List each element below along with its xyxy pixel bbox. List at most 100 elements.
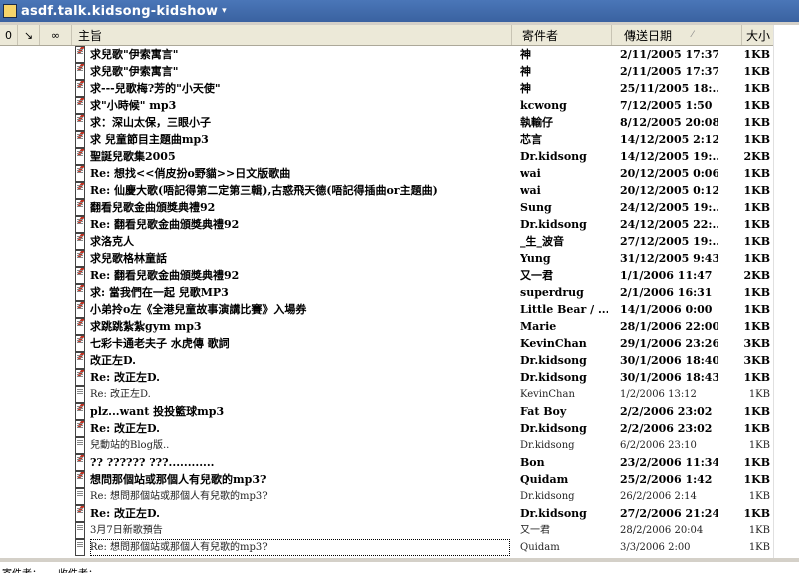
message-list[interactable]: 求兒歌"伊索寓言" 神 2/11/2005 17:37 1KB 求兒歌"伊索寓言" 神 2/… [0, 46, 773, 558]
message-date: 31/12/2005 9:43 [620, 252, 718, 265]
message-subject: 聖誕兒歌集2005 [90, 150, 176, 163]
message-row[interactable]: 求"小時候" mp3 kcwong 7/12/2005 1:50 1KB [0, 97, 773, 114]
message-sender: Dr.kidsong [520, 150, 587, 163]
message-row[interactable]: 求洛克人 _生_波音 27/12/2005 19:... 1KB [0, 233, 773, 250]
unread-message-icon [75, 199, 85, 216]
unread-message-icon [75, 46, 85, 63]
message-size: 1KB [743, 422, 770, 435]
message-sender: 又一君 [520, 269, 553, 282]
message-size: 3KB [743, 337, 770, 350]
unread-message-icon [75, 63, 85, 80]
message-date: 23/2/2006 11:34 [620, 456, 718, 469]
message-date: 14/1/2006 0:00 [620, 303, 713, 316]
message-size: 1KB [743, 473, 770, 486]
message-date: 30/1/2006 18:40 [620, 354, 718, 367]
message-row[interactable]: 翻看兒歌金曲頒獎典禮92 Sung 24/12/2005 19:... 1KB [0, 199, 773, 216]
message-date: 28/2/2006 20:04 [620, 525, 704, 536]
message-sender: _生_波音 [520, 235, 564, 248]
message-date: 24/12/2005 19:... [620, 201, 718, 214]
message-row[interactable]: plz...want 投投籃球mp3 Fat Boy 2/2/2006 23:02 1… [0, 403, 773, 420]
message-sender: 執輸仔 [520, 116, 553, 129]
message-row[interactable]: 求兒歌格林童話 Yung 31/12/2005 9:43 1KB [0, 250, 773, 267]
message-size: 2KB [743, 269, 770, 282]
message-subject: 想問那個站或那個人有兒歌的mp3? [90, 473, 267, 486]
message-row[interactable]: 求---兒歌梅?芳的"小天使" 神 25/11/2005 18:... 1KB [0, 80, 773, 97]
message-subject: 兒動站的Blog版.. [90, 440, 170, 451]
message-row[interactable]: 求：深山太保，三眼小子 執輸仔 8/12/2005 20:08 1KB [0, 114, 773, 131]
unread-message-icon [75, 267, 85, 284]
window-title: asdf.talk.kidsong-kidshow [21, 3, 219, 19]
message-date: 26/2/2006 2:14 [620, 491, 697, 502]
message-row[interactable]: Re: 改正左D. KevinChan 1/2/2006 13:12 1KB [0, 386, 773, 403]
window-titlebar: asdf.talk.kidsong-kidshow ▾ [0, 0, 799, 22]
message-date: 30/1/2006 18:43 [620, 371, 718, 384]
message-row[interactable]: Re: 改正左D. Dr.kidsong 30/1/2006 18:43 1KB [0, 369, 773, 386]
title-dropdown-icon[interactable]: ▾ [222, 6, 227, 16]
message-row[interactable]: Re: 翻看兒歌金曲頒獎典禮92 Dr.kidsong 24/12/2005 22:… [0, 216, 773, 233]
message-row[interactable]: 小弟拎o左《全港兒童故事演講比賽》入場券 Little Bear / ... 14/… [0, 301, 773, 318]
message-sender: 芯言 [520, 133, 542, 146]
message-date: 2/11/2005 17:37 [620, 65, 718, 78]
message-row[interactable]: 七彩卡通老夫子 水虎傳 歌詞 KevinChan 29/1/2006 23:26 3K… [0, 335, 773, 352]
message-row[interactable]: Re: 改正左D. Dr.kidsong 2/2/2006 23:02 1KB [0, 420, 773, 437]
read-message-icon [75, 488, 85, 505]
subject-column-header[interactable]: 主旨 [72, 25, 512, 45]
message-row[interactable]: 聖誕兒歌集2005 Dr.kidsong 14/12/2005 19:... 2KB [0, 148, 773, 165]
from-column-header[interactable]: 寄件者 [512, 25, 612, 45]
message-subject: 求兒歌"伊索寓言" [90, 48, 179, 61]
message-row[interactable]: 想問那個站或那個人有兒歌的mp3? Quidam 25/2/2006 1:42 1KB [0, 471, 773, 488]
unread-message-icon [75, 80, 85, 97]
unread-message-icon [75, 216, 85, 233]
date-column-header[interactable]: 傳送日期 ⁄ [612, 25, 742, 45]
unread-message-icon [75, 454, 85, 471]
message-row[interactable]: 求 兒童節目主題曲mp3 芯言 14/12/2005 2:12 1KB [0, 131, 773, 148]
watch-column-icon[interactable]: ∞ [40, 25, 72, 45]
message-size: 1KB [748, 440, 770, 451]
message-sender: Dr.kidsong [520, 354, 587, 367]
message-row[interactable]: Re: 想找<<俏皮扮o野貓>>日文版歌曲 wai 20/12/2005 0:06 1… [0, 165, 773, 182]
unread-message-icon [75, 369, 85, 386]
flag-column-icon[interactable]: ↘ [18, 25, 40, 45]
message-row[interactable]: 兒動站的Blog版.. Dr.kidsong 6/2/2006 23:10 1KB [0, 437, 773, 454]
message-row[interactable]: Re: 想問那個站或那個人有兒歌的mp3? Dr.kidsong 26/2/2006… [0, 488, 773, 505]
size-column-header[interactable]: 大小 [742, 25, 773, 45]
message-size: 1KB [743, 99, 770, 112]
message-size: 1KB [743, 507, 770, 520]
message-size: 1KB [743, 235, 770, 248]
message-sender: wai [520, 167, 541, 180]
message-row[interactable]: 改正左D. Dr.kidsong 30/1/2006 18:40 3KB [0, 352, 773, 369]
message-row[interactable]: 求兒歌"伊索寓言" 神 2/11/2005 17:37 1KB [0, 46, 773, 63]
attachment-column-icon[interactable]: 0 [0, 25, 18, 45]
message-row[interactable]: 求兒歌"伊索寓言" 神 2/11/2005 17:37 1KB [0, 63, 773, 80]
message-row[interactable]: ?? ?????? ???............ Bon 23/2/2006 11… [0, 454, 773, 471]
message-row[interactable]: Re: 仙慶大歌(唔記得第二定第三輯),古惑飛天德(唔記得插曲or主題曲) wai… [0, 182, 773, 199]
message-row[interactable]: Re: 想問那個站或那個人有兒歌的mp3? Quidam 3/3/2006 2:00… [0, 539, 773, 556]
subject-header-label: 主旨 [78, 28, 103, 43]
message-subject: 求跳跳紮紮gym mp3 [90, 320, 202, 333]
message-subject: Re: 改正左D. [90, 422, 161, 435]
message-size: 1KB [748, 525, 770, 536]
message-size: 1KB [743, 201, 770, 214]
message-size: 1KB [748, 542, 770, 553]
message-sender: 神 [520, 65, 531, 78]
message-row[interactable]: Re: 改正左D. Dr.kidsong 27/2/2006 21:24 1KB [0, 505, 773, 522]
message-subject: Re: 改正左D. [90, 371, 161, 384]
vertical-scrollbar[interactable] [773, 25, 799, 558]
message-date: 8/12/2005 20:08 [620, 116, 718, 129]
message-row[interactable]: 3月7日新歌預告 又一君 28/2/2006 20:04 1KB [0, 522, 773, 539]
message-date: 29/1/2006 23:26 [620, 337, 718, 350]
message-size: 1KB [748, 389, 770, 400]
message-date: 14/12/2005 19:... [620, 150, 718, 163]
unread-message-icon [75, 301, 85, 318]
message-row[interactable]: 求: 當我們在一起 兒歌MP3 superdrug 2/1/2006 16:31 1K… [0, 284, 773, 301]
message-size: 1KB [743, 303, 770, 316]
message-subject: 求：深山太保，三眼小子 [90, 116, 211, 129]
message-sender: Bon [520, 456, 545, 469]
message-subject: 七彩卡通老夫子 水虎傳 歌詞 [90, 337, 230, 350]
unread-message-icon [75, 284, 85, 301]
message-row[interactable]: 求跳跳紮紮gym mp3 Marie 28/1/2006 22:00 1KB [0, 318, 773, 335]
message-sender: Sung [520, 201, 552, 214]
message-date: 1/1/2006 11:47 [620, 269, 713, 282]
message-date: 27/12/2005 19:... [620, 235, 718, 248]
message-row[interactable]: Re: 翻看兒歌金曲頒獎典禮92 又一君 1/1/2006 11:47 2KB [0, 267, 773, 284]
